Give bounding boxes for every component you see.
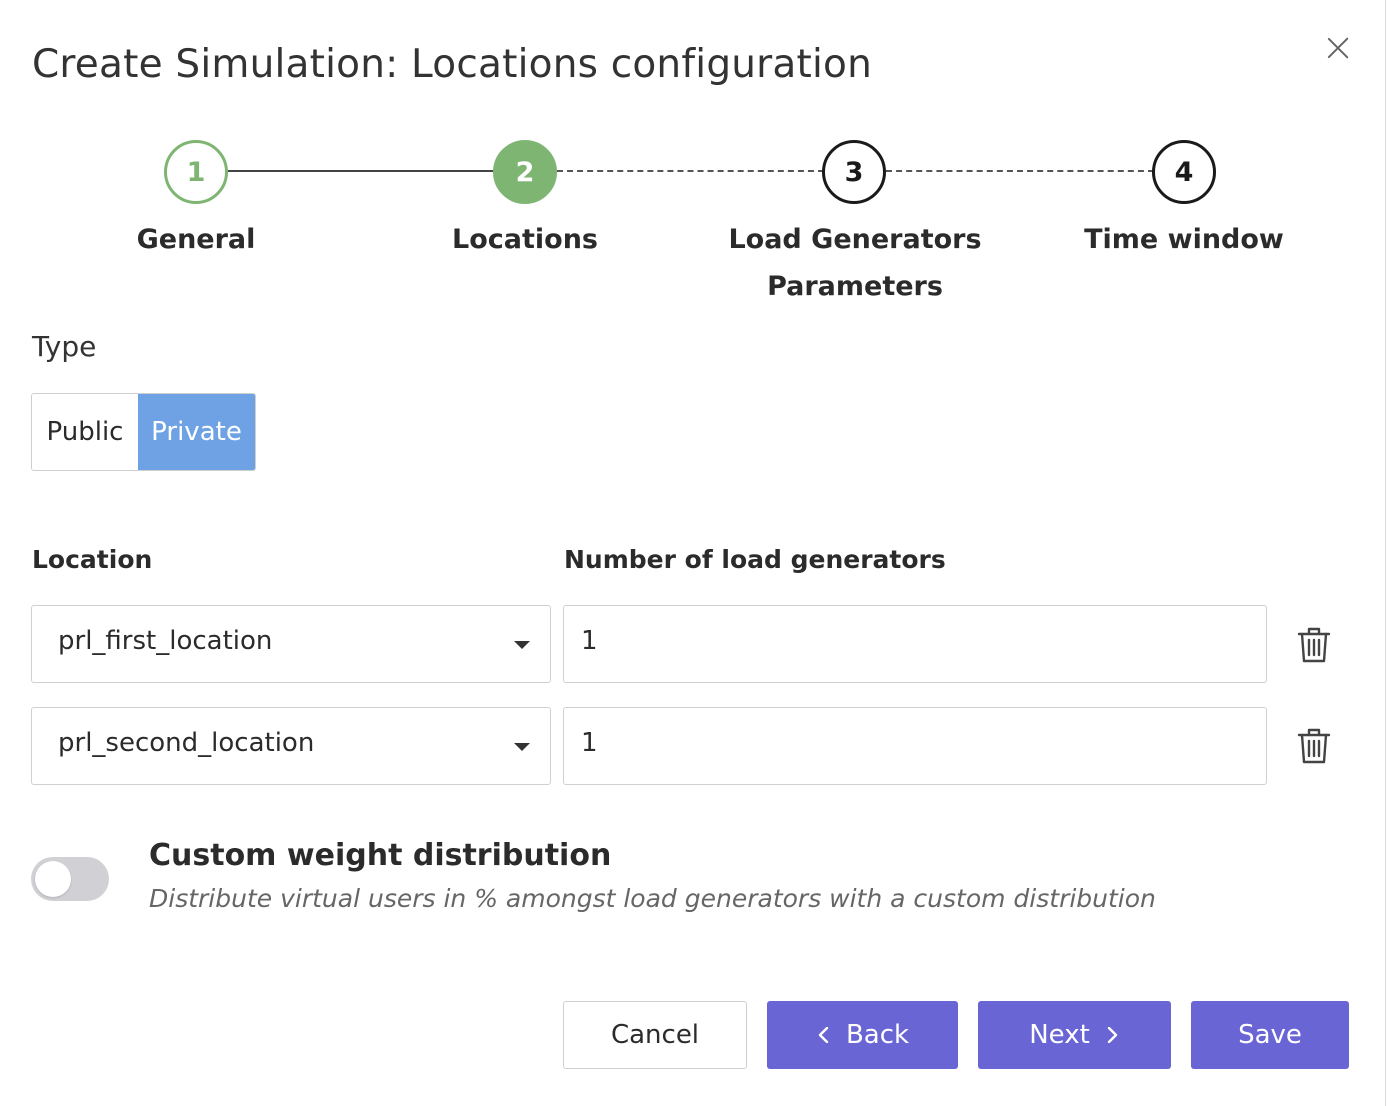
location-select-value: prl_first_location xyxy=(58,626,273,656)
chevron-right-icon xyxy=(1107,1027,1117,1043)
step-4-indicator[interactable]: 4 xyxy=(1152,140,1216,204)
save-button-label: Save xyxy=(1238,1020,1302,1050)
back-button[interactable]: Back xyxy=(767,1001,958,1069)
step-connector-1-2 xyxy=(228,170,494,172)
load-generators-input-1[interactable]: 1 xyxy=(563,605,1267,683)
step-2-indicator[interactable]: 2 xyxy=(493,140,557,204)
location-select-value: prl_second_location xyxy=(58,728,315,758)
next-button-label: Next xyxy=(1029,1020,1090,1050)
step-3-label: Load Generators Parameters xyxy=(728,224,982,302)
step-3-indicator[interactable]: 3 xyxy=(822,140,886,204)
caret-down-icon xyxy=(514,641,530,649)
chevron-left-icon xyxy=(818,1027,829,1043)
custom-weight-toggle[interactable] xyxy=(31,857,109,901)
save-button[interactable]: Save xyxy=(1191,1001,1349,1069)
step-4-label: Time window xyxy=(1084,224,1284,255)
trash-icon[interactable] xyxy=(1297,727,1331,765)
step-connector-3-4 xyxy=(886,170,1154,172)
dialog-title: Create Simulation: Locations configurati… xyxy=(32,42,873,87)
close-icon[interactable] xyxy=(1318,28,1358,68)
load-generators-value: 1 xyxy=(581,626,598,656)
step-1-label: General xyxy=(136,224,256,255)
toggle-knob xyxy=(35,861,71,897)
create-simulation-dialog: Create Simulation: Locations configurati… xyxy=(0,0,1386,1106)
next-button[interactable]: Next xyxy=(978,1001,1171,1069)
type-label: Type xyxy=(32,330,97,363)
cancel-button-label: Cancel xyxy=(610,1020,700,1050)
location-select-2[interactable]: prl_second_location xyxy=(31,707,551,785)
location-column-header: Location xyxy=(32,545,153,574)
custom-weight-title: Custom weight distribution xyxy=(149,838,612,873)
load-generators-input-2[interactable]: 1 xyxy=(563,707,1267,785)
type-public-button[interactable]: Public xyxy=(32,394,138,470)
step-2-label: Locations xyxy=(452,224,598,255)
back-button-label: Back xyxy=(845,1020,910,1050)
caret-down-icon xyxy=(514,743,530,751)
load-generators-value: 1 xyxy=(581,728,598,758)
type-private-button[interactable]: Private xyxy=(138,394,255,470)
cancel-button[interactable]: Cancel xyxy=(563,1001,747,1069)
load-generators-column-header: Number of load generators xyxy=(564,545,946,574)
step-1-indicator[interactable]: 1 xyxy=(164,140,228,204)
location-select-1[interactable]: prl_first_location xyxy=(31,605,551,683)
trash-icon[interactable] xyxy=(1297,626,1331,664)
type-segmented-control: Public Private xyxy=(31,393,256,471)
custom-weight-description: Distribute virtual users in % amongst lo… xyxy=(149,884,1156,913)
step-connector-2-3 xyxy=(557,170,824,172)
